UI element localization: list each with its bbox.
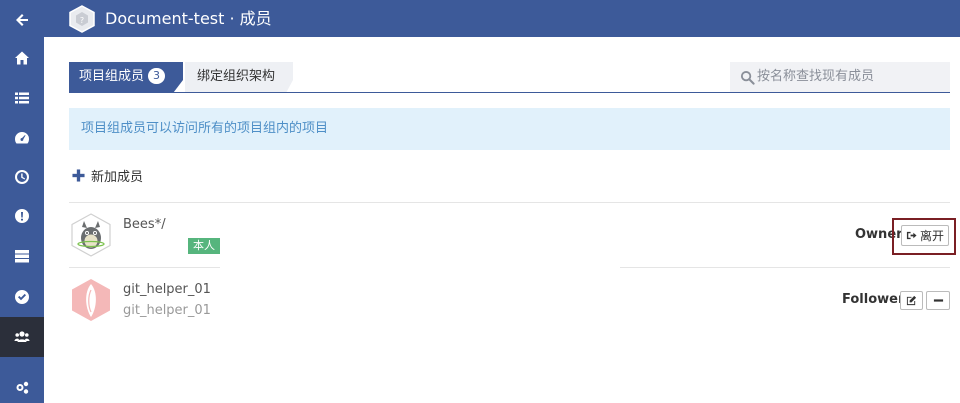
cogs-icon [16,381,29,394]
check-circle-icon [15,290,29,304]
sidebar-item-dashboard[interactable] [0,118,44,158]
project-logo-icon: ? [69,5,95,33]
server-icon [15,250,29,263]
sidebar-item-issues[interactable] [0,196,44,236]
tab-project-members[interactable]: 项目组成员 3 [69,62,183,92]
home-icon [15,51,29,65]
tab-bind-org[interactable]: 绑定组织架构 [185,62,293,92]
tab-label: 项目组成员 [79,69,145,84]
plus-icon [72,168,85,182]
member-search-input[interactable]: 按名称查找现有成员 [730,62,950,92]
info-alert: 项目组成员可以访问所有的项目组内的项目 [69,108,950,150]
divider-gap [220,262,620,268]
remove-member-button[interactable] [926,291,950,310]
edit-icon [906,295,917,306]
clock-icon [15,170,29,184]
sidebar [0,0,44,403]
back-button[interactable] [0,0,44,40]
search-placeholder: 按名称查找现有成员 [757,69,875,84]
edit-role-button[interactable] [900,291,923,310]
avatar [72,279,110,321]
add-member-label: 新加成员 [91,169,144,185]
self-badge: 本人 [188,238,220,254]
member-name: git_helper_01 [123,282,211,297]
sidebar-item-tasks[interactable] [0,277,44,317]
sidebar-item-history[interactable] [0,157,44,197]
svg-text:?: ? [80,16,84,25]
sidebar-item-members[interactable] [0,317,44,357]
list-icon [15,92,29,104]
dashboard-icon [14,132,30,144]
member-name: Bees*/ [123,217,166,232]
sidebar-item-home[interactable] [0,38,44,78]
top-header: ? Document-test · 成员 [44,0,960,37]
minus-icon [933,299,943,302]
leave-button-highlight [892,218,956,255]
sidebar-item-settings[interactable] [0,368,44,403]
users-icon [14,331,30,342]
alert-icon [15,209,29,223]
add-member-button[interactable]: 新加成员 [72,164,143,186]
avatar [71,213,111,257]
member-role: Follower [842,292,905,307]
arrow-left-icon [16,14,28,26]
sidebar-item-servers[interactable] [0,236,44,276]
member-count-badge: 3 [148,68,166,84]
page-title: Document-test · 成员 [105,9,272,28]
sidebar-item-list[interactable] [0,78,44,118]
search-icon [740,70,755,85]
divider [69,202,950,203]
member-username: git_helper_01 [123,303,211,318]
